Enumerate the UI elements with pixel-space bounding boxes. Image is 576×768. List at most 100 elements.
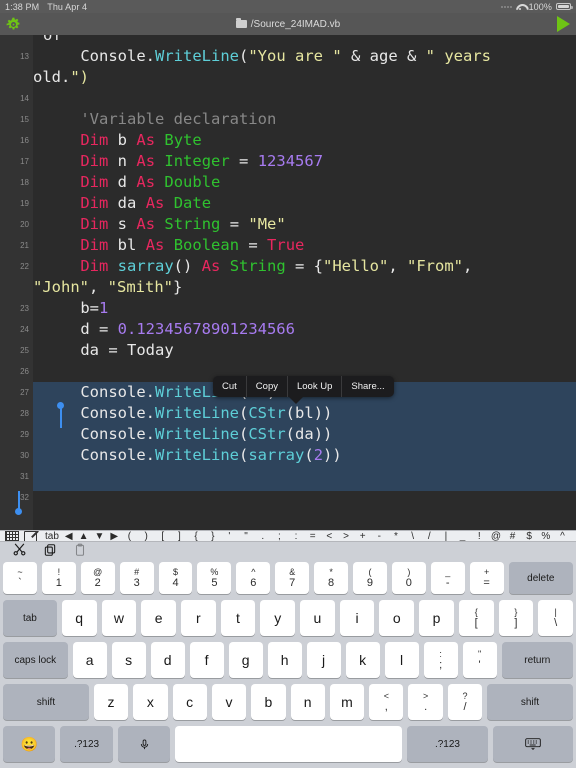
key-r[interactable]: r	[181, 600, 216, 636]
key-delete[interactable]: delete	[509, 562, 573, 594]
context-menu-item-copy[interactable]: Copy	[247, 376, 288, 397]
toolbar-symbol-key[interactable]: :	[288, 531, 305, 542]
toolbar-symbol-key[interactable]: <	[321, 531, 338, 542]
code-line[interactable]: 'Variable declaration	[33, 109, 576, 130]
key-x[interactable]: x	[133, 684, 167, 720]
key-bracket[interactable]: }]	[499, 600, 534, 636]
toolbar-symbol-key[interactable]: }	[204, 531, 221, 542]
toolbar-symbol-key[interactable]: -	[371, 531, 388, 542]
key-m[interactable]: m	[330, 684, 364, 720]
toolbar-symbol-key[interactable]: !	[471, 531, 488, 542]
context-menu-item-share[interactable]: Share...	[342, 376, 393, 397]
code-line[interactable]: Dim da As Date	[33, 193, 576, 214]
key-7[interactable]: &7	[275, 562, 309, 594]
selection-end-handle[interactable]	[15, 508, 22, 515]
toolbar-symbol-key[interactable]: %	[538, 531, 555, 542]
code-line[interactable]	[33, 88, 576, 109]
toolbar-symbol-key[interactable]: \	[404, 531, 421, 542]
code-line[interactable]	[33, 487, 576, 508]
key-z[interactable]: z	[94, 684, 128, 720]
code-line[interactable]: old.")	[33, 67, 576, 88]
toolbar-symbol-key[interactable]: =	[304, 531, 321, 542]
key-v[interactable]: v	[212, 684, 246, 720]
selection-start-caret[interactable]	[60, 407, 62, 428]
context-menu-item-cut[interactable]: Cut	[213, 376, 247, 397]
key-bracket[interactable]: |\	[538, 600, 573, 636]
toolbar-symbol-key[interactable]: >	[338, 531, 355, 542]
keyboard-row-numbers[interactable]: ~`!1@2#3$4%5^6&7*8(9)0_-+=delete	[0, 562, 576, 594]
key-k[interactable]: k	[346, 642, 380, 678]
toolbar-symbol-key[interactable]: )	[138, 531, 155, 542]
key-i[interactable]: i	[340, 600, 375, 636]
toolbar-symbol-key[interactable]: |	[438, 531, 455, 542]
key-5[interactable]: %5	[197, 562, 231, 594]
key-o[interactable]: o	[379, 600, 414, 636]
keyboard-row-bottom[interactable]: 😀.?123.?123	[0, 726, 576, 762]
code-line[interactable]: Dim sarray() As String = {"Hello", "From…	[33, 256, 576, 277]
code-content[interactable]: of Console.WriteLine("You are " & age & …	[33, 35, 576, 530]
key-j[interactable]: j	[307, 642, 341, 678]
key-b[interactable]: b	[251, 684, 285, 720]
key-punct[interactable]: <,	[369, 684, 403, 720]
key-return[interactable]: return	[502, 642, 573, 678]
key-shift-right[interactable]: shift	[487, 684, 573, 720]
key-punct[interactable]: >.	[408, 684, 442, 720]
toolbar-symbol-key[interactable]: ]	[171, 531, 188, 542]
key--[interactable]: _-	[431, 562, 465, 594]
key-t[interactable]: t	[221, 600, 256, 636]
toolbar-symbol-key[interactable]: @	[488, 531, 505, 542]
code-line[interactable]	[33, 466, 576, 487]
code-line[interactable]: Console.WriteLine(CStr(da))	[33, 424, 576, 445]
toolbar-symbol-key[interactable]: +	[354, 531, 371, 542]
key-f[interactable]: f	[190, 642, 224, 678]
key-`[interactable]: ~`	[3, 562, 37, 594]
code-line[interactable]: Dim d As Double	[33, 172, 576, 193]
key-punct[interactable]: ?/	[448, 684, 482, 720]
code-editor[interactable]: 1314151617181920212223242526272829303132…	[0, 35, 576, 530]
key-2[interactable]: @2	[81, 562, 115, 594]
code-line[interactable]: Console.WriteLine(sarray(2))	[33, 445, 576, 466]
code-line[interactable]: Dim n As Integer = 1234567	[33, 151, 576, 172]
key-d[interactable]: d	[151, 642, 185, 678]
on-screen-keyboard[interactable]: tab ◀▲▼▶ ()[]{}'".;:=<>+-*\/|_!@#$%^ ~`!…	[0, 530, 576, 768]
code-line[interactable]: Dim bl As Boolean = True	[33, 235, 576, 256]
key-bracket[interactable]: {[	[459, 600, 494, 636]
key-3[interactable]: #3	[120, 562, 154, 594]
selection-start-handle[interactable]	[57, 402, 64, 409]
down-arrow-icon[interactable]: ▼	[92, 531, 108, 542]
key-dictation[interactable]	[118, 726, 170, 762]
toolbar-symbol-key[interactable]: $	[521, 531, 538, 542]
toolbar-symbol-key[interactable]: ^	[554, 531, 571, 542]
key-tab[interactable]: tab	[3, 600, 57, 636]
up-arrow-icon[interactable]: ▲	[76, 531, 92, 542]
key-s[interactable]: s	[112, 642, 146, 678]
key-shift-left[interactable]: shift	[3, 684, 89, 720]
key-9[interactable]: (9	[353, 562, 387, 594]
key-h[interactable]: h	[268, 642, 302, 678]
left-arrow-icon[interactable]: ◀	[62, 531, 76, 542]
pen-icon[interactable]	[24, 531, 37, 542]
key-w[interactable]: w	[102, 600, 137, 636]
toolbar-symbol-key[interactable]: ;	[271, 531, 288, 542]
play-icon[interactable]	[557, 16, 570, 32]
key-4[interactable]: $4	[159, 562, 193, 594]
toolbar-symbol-key[interactable]: "	[238, 531, 255, 542]
toolbar-tab-key[interactable]: tab	[42, 531, 62, 542]
keyboard-shortcut-toolbar[interactable]: tab ◀▲▼▶ ()[]{}'".;:=<>+-*\/|_!@#$%^	[0, 530, 576, 542]
cut-icon[interactable]	[12, 542, 27, 562]
key-u[interactable]: u	[300, 600, 335, 636]
key-8[interactable]: *8	[314, 562, 348, 594]
key-l[interactable]: l	[385, 642, 419, 678]
key-numeric-left[interactable]: .?123	[60, 726, 112, 762]
key-punct[interactable]: :;	[424, 642, 458, 678]
context-menu[interactable]: CutCopyLook UpShare...	[213, 376, 394, 397]
context-menu-item-lookup[interactable]: Look Up	[288, 376, 342, 397]
toolbar-symbol-key[interactable]: *	[388, 531, 405, 542]
key-numeric-right[interactable]: .?123	[407, 726, 487, 762]
gear-icon[interactable]	[6, 17, 21, 32]
key-punct[interactable]: "'	[463, 642, 497, 678]
clipboard-bar[interactable]	[0, 542, 576, 562]
toolbar-symbol-key[interactable]: /	[421, 531, 438, 542]
toolbar-symbol-key[interactable]: .	[254, 531, 271, 542]
key-n[interactable]: n	[291, 684, 325, 720]
